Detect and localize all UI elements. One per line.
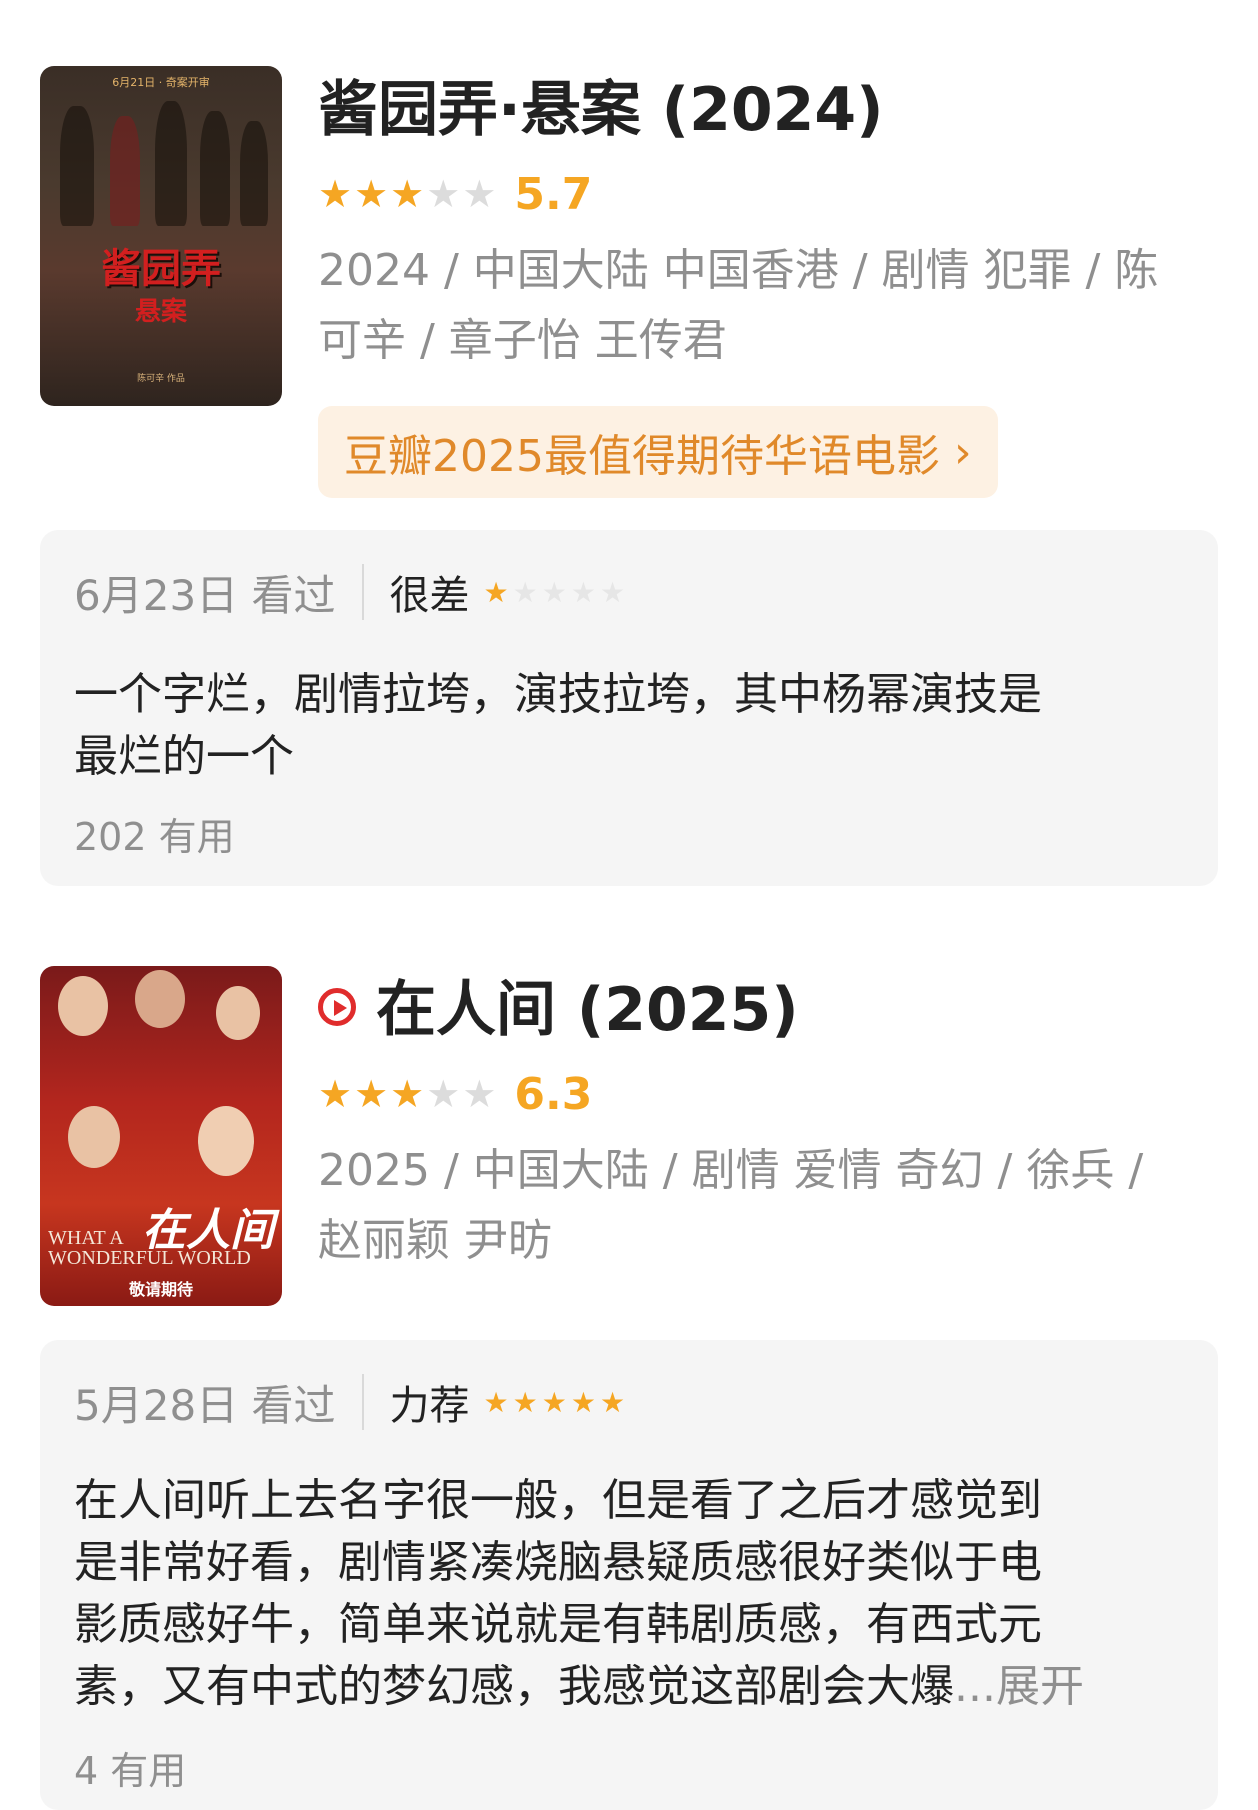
ranking-promo-button[interactable]: 豆瓣2025最值得期待华语电影 › (318, 406, 998, 498)
useful-count-button[interactable]: 4 有用 (74, 1740, 186, 1795)
poster-credit: 陈可辛 作品 (137, 374, 185, 384)
star-icon: ★ (426, 172, 461, 216)
poster-title-art: 酱园弄 (101, 245, 221, 292)
star-icon: ★ (462, 172, 497, 216)
meta-line: 2024 / 中国大陆 中国香港 / 剧情 犯罪 / 陈 (318, 245, 1159, 296)
star-icon: ★ (570, 575, 596, 609)
rating-stars: ★ ★ ★ ★ ★ (318, 174, 496, 214)
movie-meta: 2024 / 中国大陆 中国香港 / 剧情 犯罪 / 陈 可辛 / 章子怡 王传… (318, 236, 1218, 376)
review-line: 素，又有中式的梦幻感，我感觉这部剧会大爆...展开 (74, 1656, 1194, 1718)
review-header: 5月28日 看过 力荐 ★ ★ ★ ★ ★ (74, 1372, 625, 1432)
review-stars: ★ ★ ★ ★ ★ (484, 576, 626, 609)
poster-credit: 敬请期待 (128, 1280, 193, 1299)
star-icon: ★ (541, 1385, 567, 1419)
poster-english-line: WONDERFUL WORLD (48, 1247, 251, 1269)
poster-english-line: WHAT A (48, 1227, 124, 1249)
movie-title[interactable]: 在人间 (2025) (318, 974, 799, 1046)
review-stars: ★ ★ ★ ★ ★ (484, 1386, 626, 1419)
movie-title-text: 在人间 (2025) (376, 975, 799, 1045)
movie-poster[interactable]: 在人间 WHAT A WONDERFUL WORLD 敬请期待 (40, 966, 282, 1306)
rating-stars: ★ ★ ★ ★ ★ (318, 1074, 496, 1114)
star-icon: ★ (318, 1072, 353, 1116)
star-icon: ★ (599, 575, 626, 609)
review-date: 6月23日 看过 (74, 570, 336, 620)
star-icon: ★ (599, 1385, 626, 1419)
movie-poster[interactable]: 6月21日 · 奇案开审 酱园弄 悬案 陈可辛 作品 (40, 66, 282, 406)
review-text: 一个字烂，剧情拉垮，演技拉垮，其中杨幂演技是 最烂的一个 (74, 664, 1194, 788)
star-icon: ★ (390, 1072, 425, 1116)
meta-line: 可辛 / 章子怡 王传君 (318, 315, 727, 366)
movie-title[interactable]: 酱园弄·悬案 (2024) (318, 74, 884, 146)
review-line-text: 素，又有中式的梦幻感，我感觉这部剧会大爆 (74, 1661, 954, 1712)
star-icon: ★ (541, 575, 567, 609)
rating-score: 5.7 (514, 168, 593, 220)
star-icon: ★ (512, 575, 538, 609)
meta-line: 赵丽颖 尹昉 (318, 1215, 552, 1266)
star-icon: ★ (462, 1072, 497, 1116)
meta-line: 2025 / 中国大陆 / 剧情 爱情 奇幻 / 徐兵 / (318, 1145, 1144, 1196)
expand-link[interactable]: ...展开 (954, 1661, 1084, 1712)
star-icon: ★ (354, 172, 389, 216)
promo-label: 豆瓣2025最值得期待华语电影 (344, 431, 940, 482)
review-card[interactable]: 6月23日 看过 很差 ★ ★ ★ ★ ★ 一个字烂，剧情拉垮，演技拉垮，其中杨… (40, 530, 1218, 886)
useful-count-button[interactable]: 202 有用 (74, 806, 235, 861)
star-icon: ★ (318, 172, 353, 216)
poster-english-title: WHAT A WONDERFUL WORLD (48, 1228, 251, 1268)
rating-score: 6.3 (514, 1068, 593, 1120)
divider (361, 564, 364, 620)
review-line: 在人间听上去名字很一般，但是看了之后才感觉到 (74, 1475, 1042, 1526)
star-icon: ★ (483, 1385, 509, 1419)
review-rating-label: 力荐 (389, 1383, 470, 1429)
review-line: 最烂的一个 (74, 731, 294, 782)
play-icon[interactable] (318, 988, 356, 1027)
review-line: 影质感好牛，简单来说就是有韩剧质感，有西式元 (74, 1599, 1042, 1650)
review-header: 6月23日 看过 很差 ★ ★ ★ ★ ★ (74, 562, 625, 622)
review-date: 5月28日 看过 (74, 1380, 336, 1430)
movie-meta: 2025 / 中国大陆 / 剧情 爱情 奇幻 / 徐兵 / 赵丽颖 尹昉 (318, 1136, 1218, 1276)
poster-tagline: 6月21日 · 奇案开审 (112, 76, 210, 89)
review-rating-label: 很差 (389, 573, 470, 619)
divider (361, 1374, 364, 1430)
rating-row: ★ ★ ★ ★ ★ 5.7 (318, 168, 593, 220)
star-icon: ★ (390, 172, 425, 216)
review-line: 是非常好看，剧情紧凑烧脑悬疑质感很好类似于电 (74, 1537, 1042, 1588)
star-icon: ★ (570, 1385, 596, 1419)
review-text: 在人间听上去名字很一般，但是看了之后才感觉到 是非常好看，剧情紧凑烧脑悬疑质感很… (74, 1470, 1194, 1718)
star-icon: ★ (426, 1072, 461, 1116)
star-icon: ★ (354, 1072, 389, 1116)
star-icon: ★ (512, 1385, 538, 1419)
star-icon: ★ (483, 575, 509, 609)
poster-subtitle-art: 悬案 (134, 297, 187, 327)
chevron-right-icon: › (953, 426, 972, 478)
review-card[interactable]: 5月28日 看过 力荐 ★ ★ ★ ★ ★ 在人间听上去名字很一般，但是看了之后… (40, 1340, 1218, 1810)
review-line: 一个字烂，剧情拉垮，演技拉垮，其中杨幂演技是 (74, 669, 1042, 720)
rating-row: ★ ★ ★ ★ ★ 6.3 (318, 1068, 593, 1120)
